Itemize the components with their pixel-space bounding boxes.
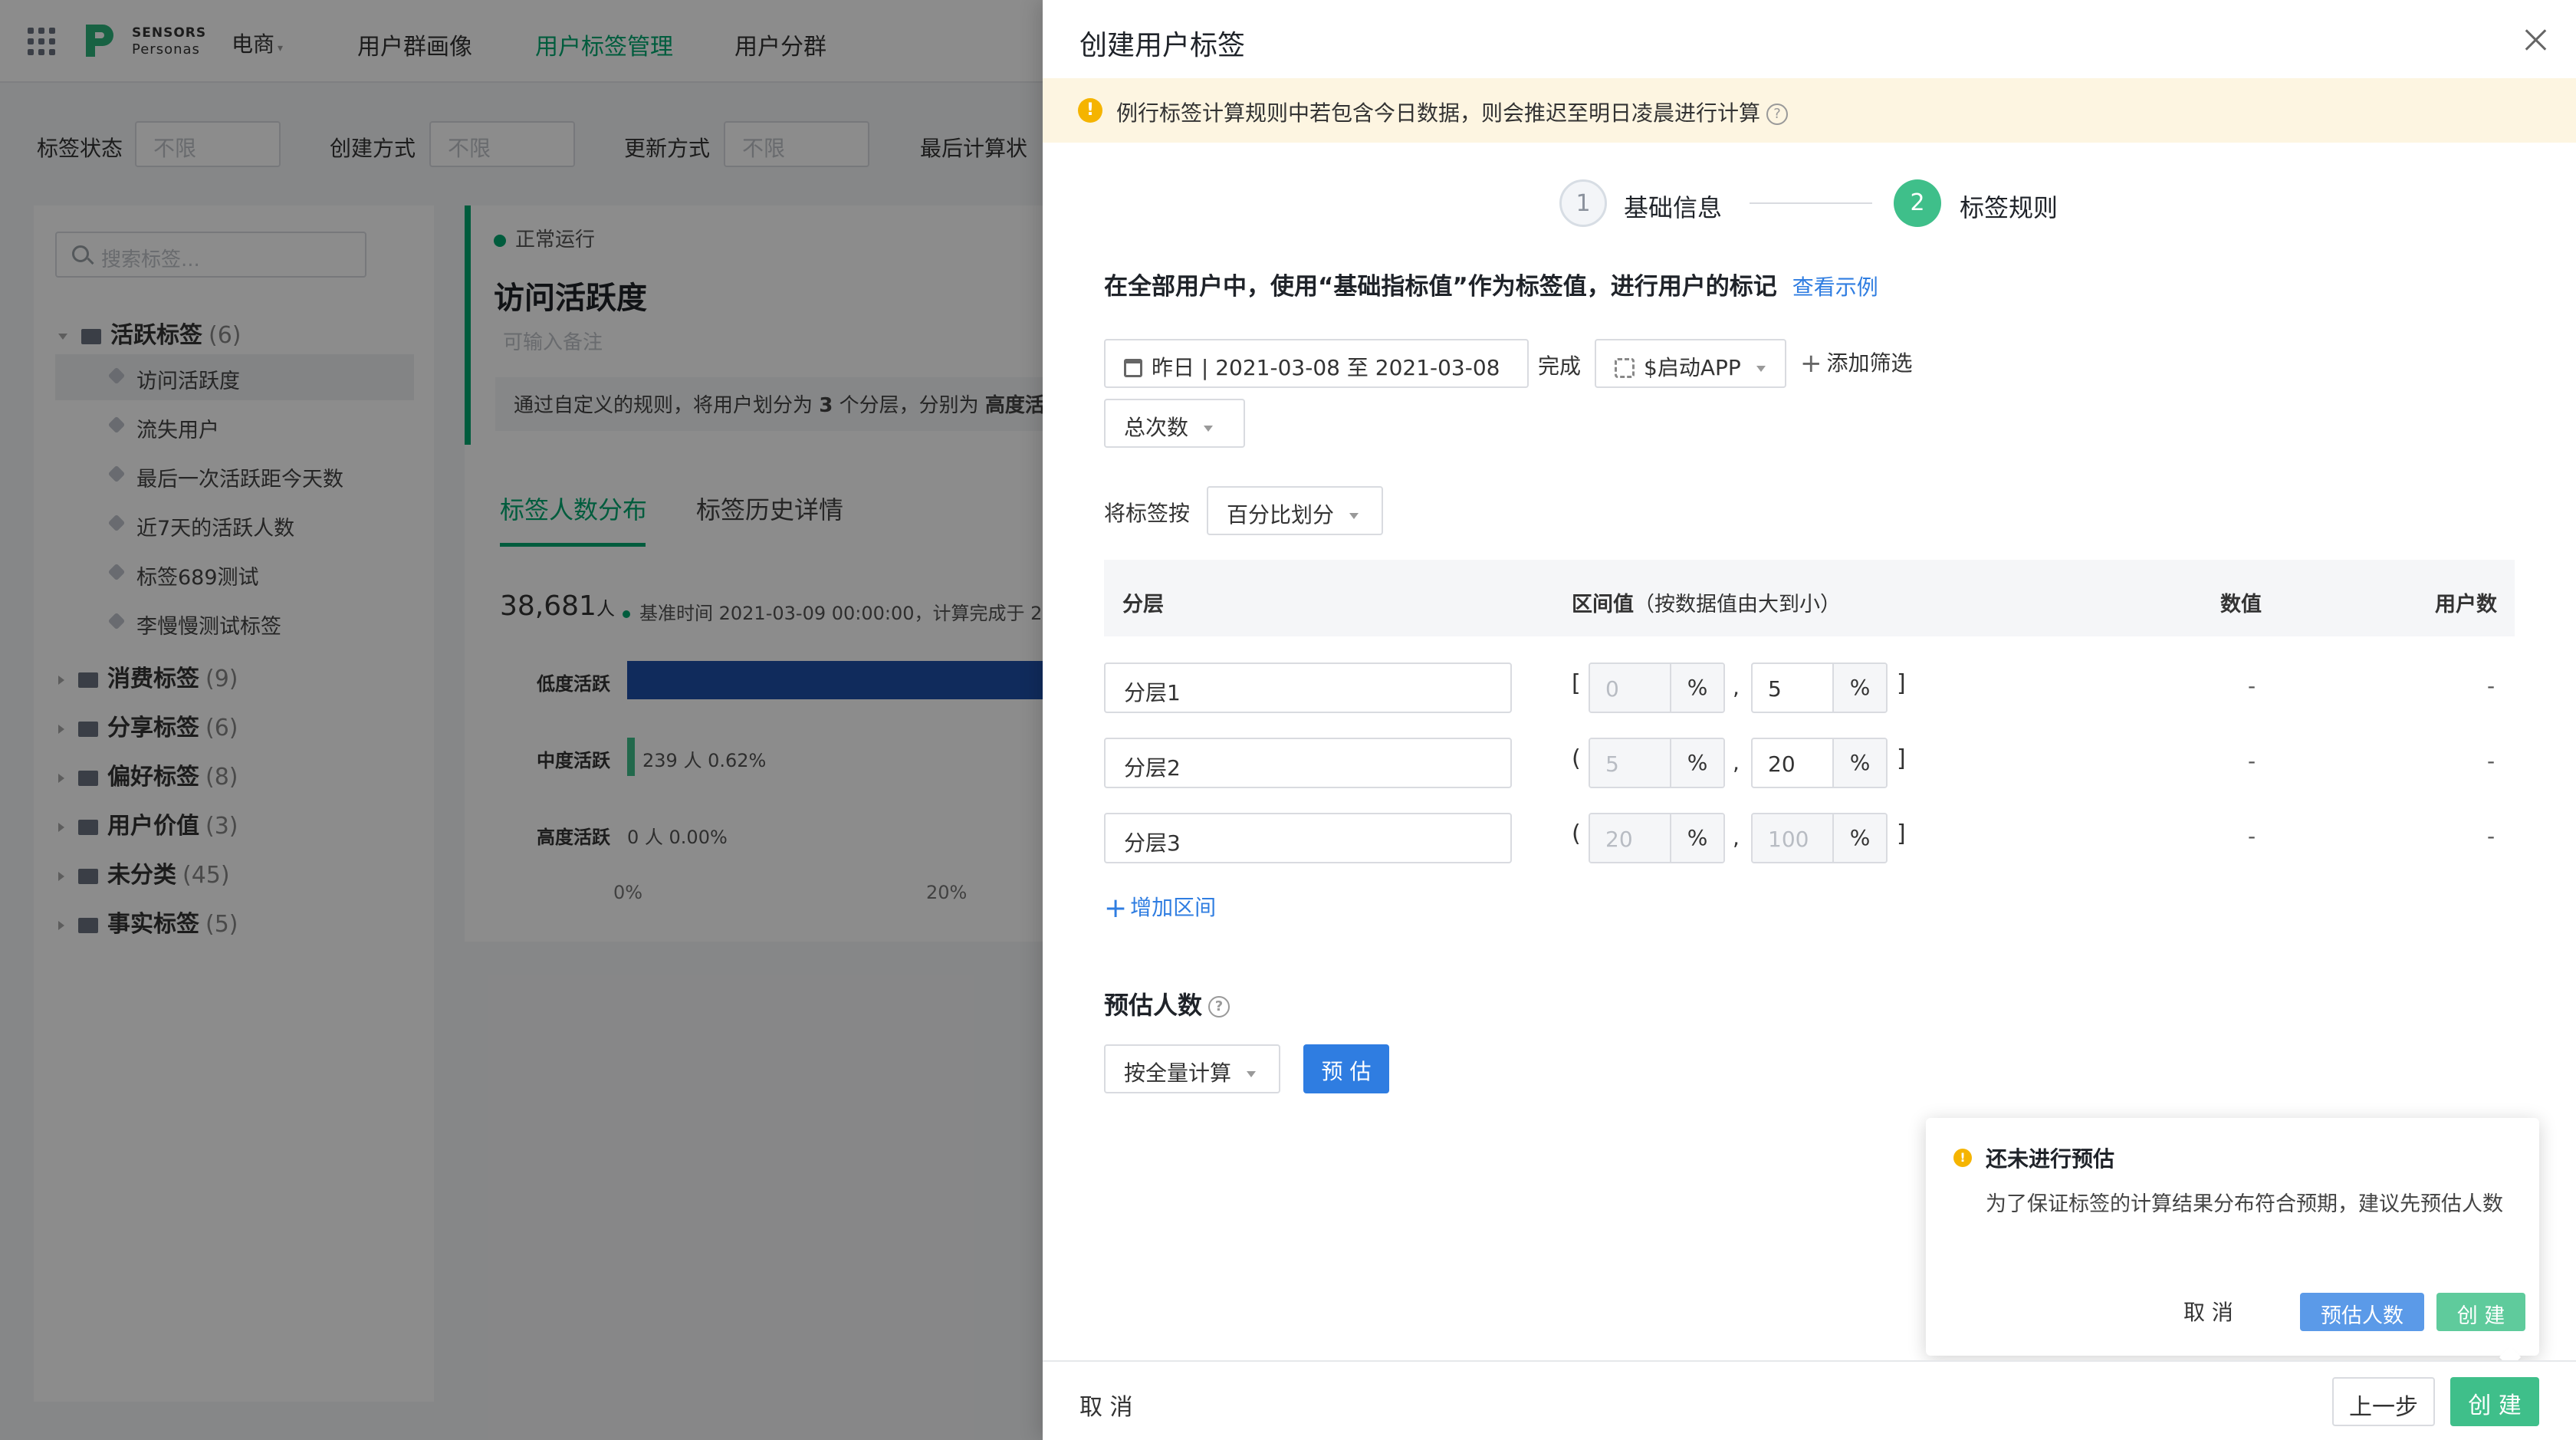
popconfirm-create-button[interactable]: 创 建 bbox=[2436, 1293, 2525, 1331]
add-filter-button[interactable]: + 添加筛选 bbox=[1800, 347, 1913, 379]
date-range-picker[interactable]: 昨日 | 2021-03-08 至 2021-03-08 bbox=[1104, 339, 1529, 388]
range-to-input[interactable]: 20% bbox=[1751, 738, 1888, 788]
estimate-popconfirm: ! 还未进行预估 为了保证标签的计算结果分布符合预期，建议先预估人数 取 消 预… bbox=[1926, 1118, 2539, 1356]
calc-mode-select[interactable]: 按全量计算 bbox=[1104, 1044, 1280, 1093]
add-range-button[interactable]: + 增加区间 bbox=[1104, 891, 1216, 924]
event-select[interactable]: $启动APP bbox=[1595, 339, 1786, 388]
help-icon[interactable]: ? bbox=[1208, 996, 1230, 1018]
estimate-button[interactable]: 预 估 bbox=[1303, 1044, 1389, 1093]
estimate-section-title: 预估人数? bbox=[1104, 986, 1230, 1021]
layer-name-input[interactable]: 分层3 bbox=[1104, 813, 1512, 863]
event-icon bbox=[1615, 358, 1635, 378]
popconfirm-body: 为了保证标签的计算结果分布符合预期，建议先预估人数 bbox=[1986, 1192, 2503, 1216]
popconfirm-title: 还未进行预估 bbox=[1986, 1146, 2115, 1172]
layer-name-input[interactable]: 分层1 bbox=[1104, 662, 1512, 713]
chevron-down-icon bbox=[1204, 426, 1214, 432]
popconfirm-estimate-button[interactable]: 预估人数 bbox=[2300, 1293, 2424, 1331]
create-button[interactable]: 创 建 bbox=[2450, 1377, 2539, 1426]
chevron-down-icon bbox=[1247, 1071, 1257, 1077]
plus-icon: + bbox=[1104, 893, 1128, 924]
plus-icon: + bbox=[1800, 348, 1822, 379]
chevron-down-icon bbox=[1756, 366, 1766, 372]
col-header-range: 区间值（按数据值由大到小） bbox=[1572, 593, 1841, 616]
range-from-input: 20% bbox=[1589, 813, 1725, 863]
footer-cancel-button[interactable]: 取 消 bbox=[1079, 1388, 1133, 1422]
range-close-bracket: ] bbox=[1897, 745, 1906, 772]
prev-step-button[interactable]: 上一步 bbox=[2332, 1377, 2435, 1426]
range-open-bracket: [ bbox=[1572, 670, 1581, 697]
calendar-icon bbox=[1124, 359, 1142, 377]
warning-banner: ! 例行标签计算规则中若包含今日数据，则会推迟至明日凌晨进行计算? bbox=[1043, 78, 2576, 143]
range-close-bracket: ] bbox=[1897, 670, 1906, 697]
col-header-value: 数值 bbox=[2220, 593, 2262, 616]
range-comma: , bbox=[1733, 675, 1740, 700]
range-comma: , bbox=[1733, 825, 1740, 850]
layer-value: - bbox=[2248, 824, 2256, 849]
create-tag-drawer: 创建用户标签 ! 例行标签计算规则中若包含今日数据，则会推迟至明日凌晨进行计算?… bbox=[1043, 0, 2576, 1440]
range-to-input: 100% bbox=[1751, 813, 1888, 863]
drawer-footer: 取 消 上一步 创 建 bbox=[1043, 1360, 2576, 1440]
divide-mode-select[interactable]: 百分比划分 bbox=[1207, 486, 1383, 535]
close-icon[interactable] bbox=[2521, 25, 2551, 55]
modal-overlay[interactable] bbox=[0, 0, 1043, 1440]
help-icon[interactable]: ? bbox=[1766, 104, 1789, 125]
chevron-down-icon bbox=[1349, 513, 1359, 519]
step-2-circle: 2 bbox=[1894, 179, 1941, 227]
drawer-title: 创建用户标签 bbox=[1079, 30, 1246, 61]
step-1-label: 基础信息 bbox=[1624, 193, 1723, 222]
rule-description: 在全部用户中，使用“基础指标值”作为标签值，进行用户的标记 查看示例 bbox=[1104, 273, 1878, 301]
layer-users: - bbox=[2487, 748, 2496, 774]
range-close-bracket: ] bbox=[1897, 820, 1906, 847]
range-open-bracket: ( bbox=[1572, 820, 1581, 847]
layer-users: - bbox=[2487, 673, 2496, 699]
range-from-input: 0% bbox=[1589, 662, 1725, 713]
col-header-users: 用户数 bbox=[2435, 593, 2497, 616]
warning-icon: ! bbox=[1953, 1149, 1972, 1167]
step-1-circle: 1 bbox=[1559, 179, 1607, 227]
range-from-input: 5% bbox=[1589, 738, 1725, 788]
metric-select[interactable]: 总次数 bbox=[1104, 399, 1245, 448]
view-example-link[interactable]: 查看示例 bbox=[1792, 275, 1878, 300]
step-2-label: 标签规则 bbox=[1960, 193, 2058, 222]
range-comma: , bbox=[1733, 750, 1740, 775]
layer-users: - bbox=[2487, 824, 2496, 849]
layer-name-input[interactable]: 分层2 bbox=[1104, 738, 1512, 788]
popconfirm-cancel-button[interactable]: 取 消 bbox=[2183, 1296, 2233, 1327]
layer-table-header: 分层 区间值（按数据值由大到小） 数值 用户数 bbox=[1104, 560, 2515, 636]
divide-label: 将标签按 bbox=[1104, 501, 1191, 526]
range-to-input[interactable]: 5% bbox=[1751, 662, 1888, 713]
layer-value: - bbox=[2248, 673, 2256, 699]
range-open-bracket: ( bbox=[1572, 745, 1581, 772]
layer-value: - bbox=[2248, 748, 2256, 774]
warning-icon: ! bbox=[1078, 98, 1102, 123]
step-connector bbox=[1750, 202, 1872, 204]
warning-text: 例行标签计算规则中若包含今日数据，则会推迟至明日凌晨进行计算? bbox=[1116, 97, 1789, 127]
done-label: 完成 bbox=[1538, 353, 1582, 379]
col-header-layer: 分层 bbox=[1122, 593, 1164, 616]
